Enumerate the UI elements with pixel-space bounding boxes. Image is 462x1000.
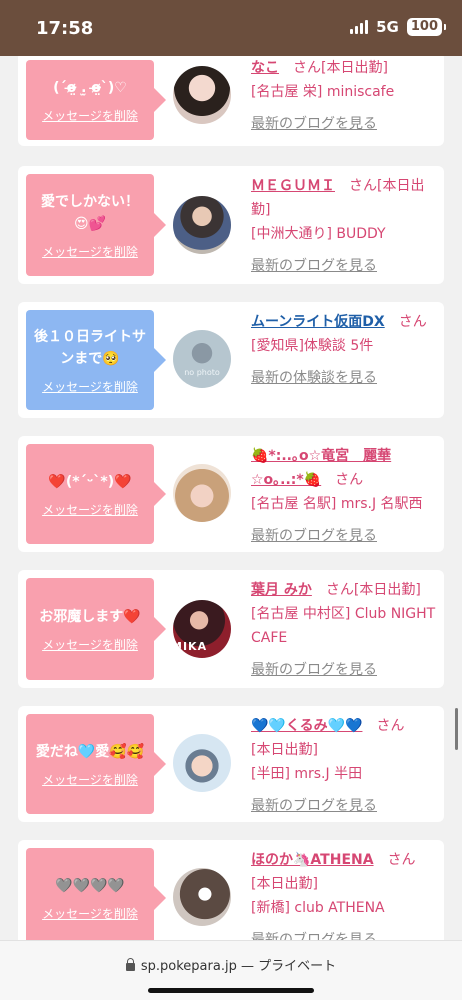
profile-name-link[interactable]: 葉月 みか bbox=[251, 582, 312, 598]
review-count: [愛知県]体験談 5件 bbox=[251, 338, 374, 354]
profile-name-link[interactable]: 🍓*:..｡o☆竜宮 麗華☆o｡..:*🍓 bbox=[251, 448, 391, 488]
message-text: 愛だね🩵愛🥰🥰 bbox=[35, 743, 145, 760]
delete-message-button[interactable]: メッセージを削除 bbox=[42, 107, 138, 124]
shop-info: [名古屋 栄] miniscafe bbox=[251, 84, 395, 100]
avatar[interactable]: MIKA bbox=[173, 600, 231, 658]
work-status: [本日出勤] bbox=[251, 742, 318, 758]
avatar[interactable] bbox=[173, 464, 231, 522]
message-bubble: (ˊo̴̶̷̤ .̫ o̴̶̷̤ˋ)♡ メッセージを削除 bbox=[26, 60, 166, 140]
profile-name-link[interactable]: なこ bbox=[251, 60, 279, 76]
message-card: 愛でしかない！😍💕 メッセージを削除 ＭＥＧＵＭＩ さん[本日出勤] [中洲大通… bbox=[18, 166, 444, 284]
avatar[interactable] bbox=[173, 734, 231, 792]
profile-info: 💙🩵くるみ🩵💙 さん [本日出勤] [半田] mrs.J 半田 最新のブログを見… bbox=[251, 714, 437, 818]
profile-info: ほのか🦄ATHENA さん [本日出勤] [新橋] club ATHENA 最新… bbox=[251, 848, 437, 940]
battery-icon: 100 bbox=[406, 18, 447, 36]
message-card: (ˊo̴̶̷̤ .̫ o̴̶̷̤ˋ)♡ メッセージを削除 なこ さん[本日出勤]… bbox=[18, 56, 444, 146]
delete-message-button[interactable]: メッセージを削除 bbox=[42, 243, 138, 260]
latest-blog-link[interactable]: 最新のブログを見る bbox=[251, 794, 437, 818]
latest-blog-link[interactable]: 最新のブログを見る bbox=[251, 658, 437, 682]
message-bubble: 🩶🩶🩶🩶 メッセージを削除 bbox=[26, 848, 166, 940]
message-bubble: ❤️(*ˊᵕˋ*)❤️ メッセージを削除 bbox=[26, 444, 166, 544]
profile-name-link[interactable]: 💙🩵くるみ🩵💙 bbox=[251, 718, 362, 734]
url-display[interactable]: sp.pokepara.jp — プライベート bbox=[0, 955, 462, 974]
url-domain: sp.pokepara.jp bbox=[140, 959, 237, 974]
message-text: お邪魔します❤️ bbox=[39, 608, 141, 625]
latest-blog-link[interactable]: 最新のブログを見る bbox=[251, 524, 437, 548]
delete-message-button[interactable]: メッセージを削除 bbox=[42, 771, 138, 788]
honorific: さん bbox=[293, 60, 321, 76]
status-indicators: 5G 100 bbox=[350, 18, 447, 36]
profile-info: なこ さん[本日出勤] [名古屋 栄] miniscafe 最新のブログを見る bbox=[251, 56, 437, 136]
avatar[interactable]: no photo bbox=[173, 330, 231, 388]
profile-name-link[interactable]: ＭＥＧＵＭＩ bbox=[251, 178, 335, 194]
message-card: 後１０日ライトサンまで🥺 メッセージを削除 no photo ムーンライト仮面D… bbox=[18, 302, 444, 418]
shop-info: [名古屋 名駅] mrs.J 名駅西 bbox=[251, 496, 423, 512]
signal-icon bbox=[350, 20, 369, 34]
message-text: 後１０日ライトサンまで🥺 bbox=[34, 328, 146, 367]
honorific: さん bbox=[376, 718, 405, 734]
honorific: さん bbox=[335, 472, 364, 488]
message-card: 🩶🩶🩶🩶 メッセージを削除 ほのか🦄ATHENA さん [本日出勤] [新橋] … bbox=[18, 840, 444, 940]
profile-info: 葉月 みか さん[本日出勤] [名古屋 中村区] Club NIGHT CAFE… bbox=[251, 578, 437, 682]
status-bar: 17:58 5G 100 bbox=[0, 0, 462, 56]
avatar[interactable] bbox=[173, 66, 231, 124]
no-photo-label: no photo bbox=[184, 368, 220, 377]
shop-info: [半田] mrs.J 半田 bbox=[251, 766, 363, 782]
network-label: 5G bbox=[376, 18, 399, 36]
browser-url-bar[interactable]: sp.pokepara.jp — プライベート bbox=[0, 940, 462, 1000]
delete-message-button[interactable]: メッセージを削除 bbox=[42, 378, 138, 395]
message-bubble: お邪魔します❤️ メッセージを削除 bbox=[26, 578, 166, 680]
message-bubble: 愛だね🩵愛🥰🥰 メッセージを削除 bbox=[26, 714, 166, 814]
message-bubble: 愛でしかない！😍💕 メッセージを削除 bbox=[26, 174, 166, 276]
message-text: (ˊo̴̶̷̤ .̫ o̴̶̷̤ˋ)♡ bbox=[53, 79, 127, 96]
message-text: ❤️(*ˊᵕˋ*)❤️ bbox=[48, 473, 132, 490]
latest-blog-link[interactable]: 最新のブログを見る bbox=[251, 928, 437, 940]
private-mode-label: プライベート bbox=[258, 959, 337, 974]
home-indicator[interactable] bbox=[148, 988, 314, 993]
profile-name-link[interactable]: ムーンライト仮面DX bbox=[251, 314, 385, 330]
work-status: [本日出勤] bbox=[251, 876, 318, 892]
work-status: [本日出勤] bbox=[353, 582, 421, 598]
shop-info: [中洲大通り] BUDDY bbox=[251, 226, 386, 242]
honorific: さん bbox=[325, 582, 354, 598]
honorific: さん bbox=[387, 852, 416, 868]
delete-message-button[interactable]: メッセージを削除 bbox=[42, 905, 138, 922]
latest-blog-link[interactable]: 最新のブログを見る bbox=[251, 112, 437, 136]
latest-blog-link[interactable]: 最新のブログを見る bbox=[251, 254, 437, 278]
status-time: 17:58 bbox=[36, 18, 94, 39]
message-text: 🩶🩶🩶🩶 bbox=[55, 877, 125, 894]
latest-review-link[interactable]: 最新の体験談を見る bbox=[251, 366, 437, 390]
shop-info: [新橋] club ATHENA bbox=[251, 900, 385, 916]
delete-message-button[interactable]: メッセージを削除 bbox=[42, 501, 138, 518]
work-status: [本日出勤] bbox=[321, 60, 388, 76]
honorific: さん bbox=[398, 314, 427, 330]
avatar[interactable] bbox=[173, 868, 231, 926]
profile-info: ムーンライト仮面DX さん [愛知県]体験談 5件 最新の体験談を見る bbox=[251, 310, 437, 390]
profile-name-link[interactable]: ほのか🦄ATHENA bbox=[251, 852, 374, 868]
profile-info: 🍓*:..｡o☆竜宮 麗華☆o｡..:*🍓 さん [名古屋 名駅] mrs.J … bbox=[251, 444, 437, 548]
delete-message-button[interactable]: メッセージを削除 bbox=[42, 636, 138, 653]
message-card: 愛だね🩵愛🥰🥰 メッセージを削除 💙🩵くるみ🩵💙 さん [本日出勤] [半田] … bbox=[18, 706, 444, 822]
lock-icon bbox=[125, 958, 135, 971]
avatar-name-overlay: MIKA bbox=[173, 640, 208, 653]
message-card: ❤️(*ˊᵕˋ*)❤️ メッセージを削除 🍓*:..｡o☆竜宮 麗華☆o｡..:… bbox=[18, 436, 444, 552]
url-separator: — bbox=[240, 959, 254, 974]
scrollbar[interactable] bbox=[455, 708, 458, 750]
profile-info: ＭＥＧＵＭＩ さん[本日出勤] [中洲大通り] BUDDY 最新のブログを見る bbox=[251, 174, 437, 278]
message-card: お邪魔します❤️ メッセージを削除 MIKA 葉月 みか さん[本日出勤] [名… bbox=[18, 570, 444, 688]
shop-info: [名古屋 中村区] Club NIGHT CAFE bbox=[251, 606, 436, 646]
message-bubble: 後１０日ライトサンまで🥺 メッセージを削除 bbox=[26, 310, 166, 410]
message-feed[interactable]: (ˊo̴̶̷̤ .̫ o̴̶̷̤ˋ)♡ メッセージを削除 なこ さん[本日出勤]… bbox=[0, 56, 462, 940]
message-text: 愛でしかない！😍💕 bbox=[41, 193, 139, 232]
avatar[interactable] bbox=[173, 196, 231, 254]
honorific: さん bbox=[349, 178, 377, 194]
